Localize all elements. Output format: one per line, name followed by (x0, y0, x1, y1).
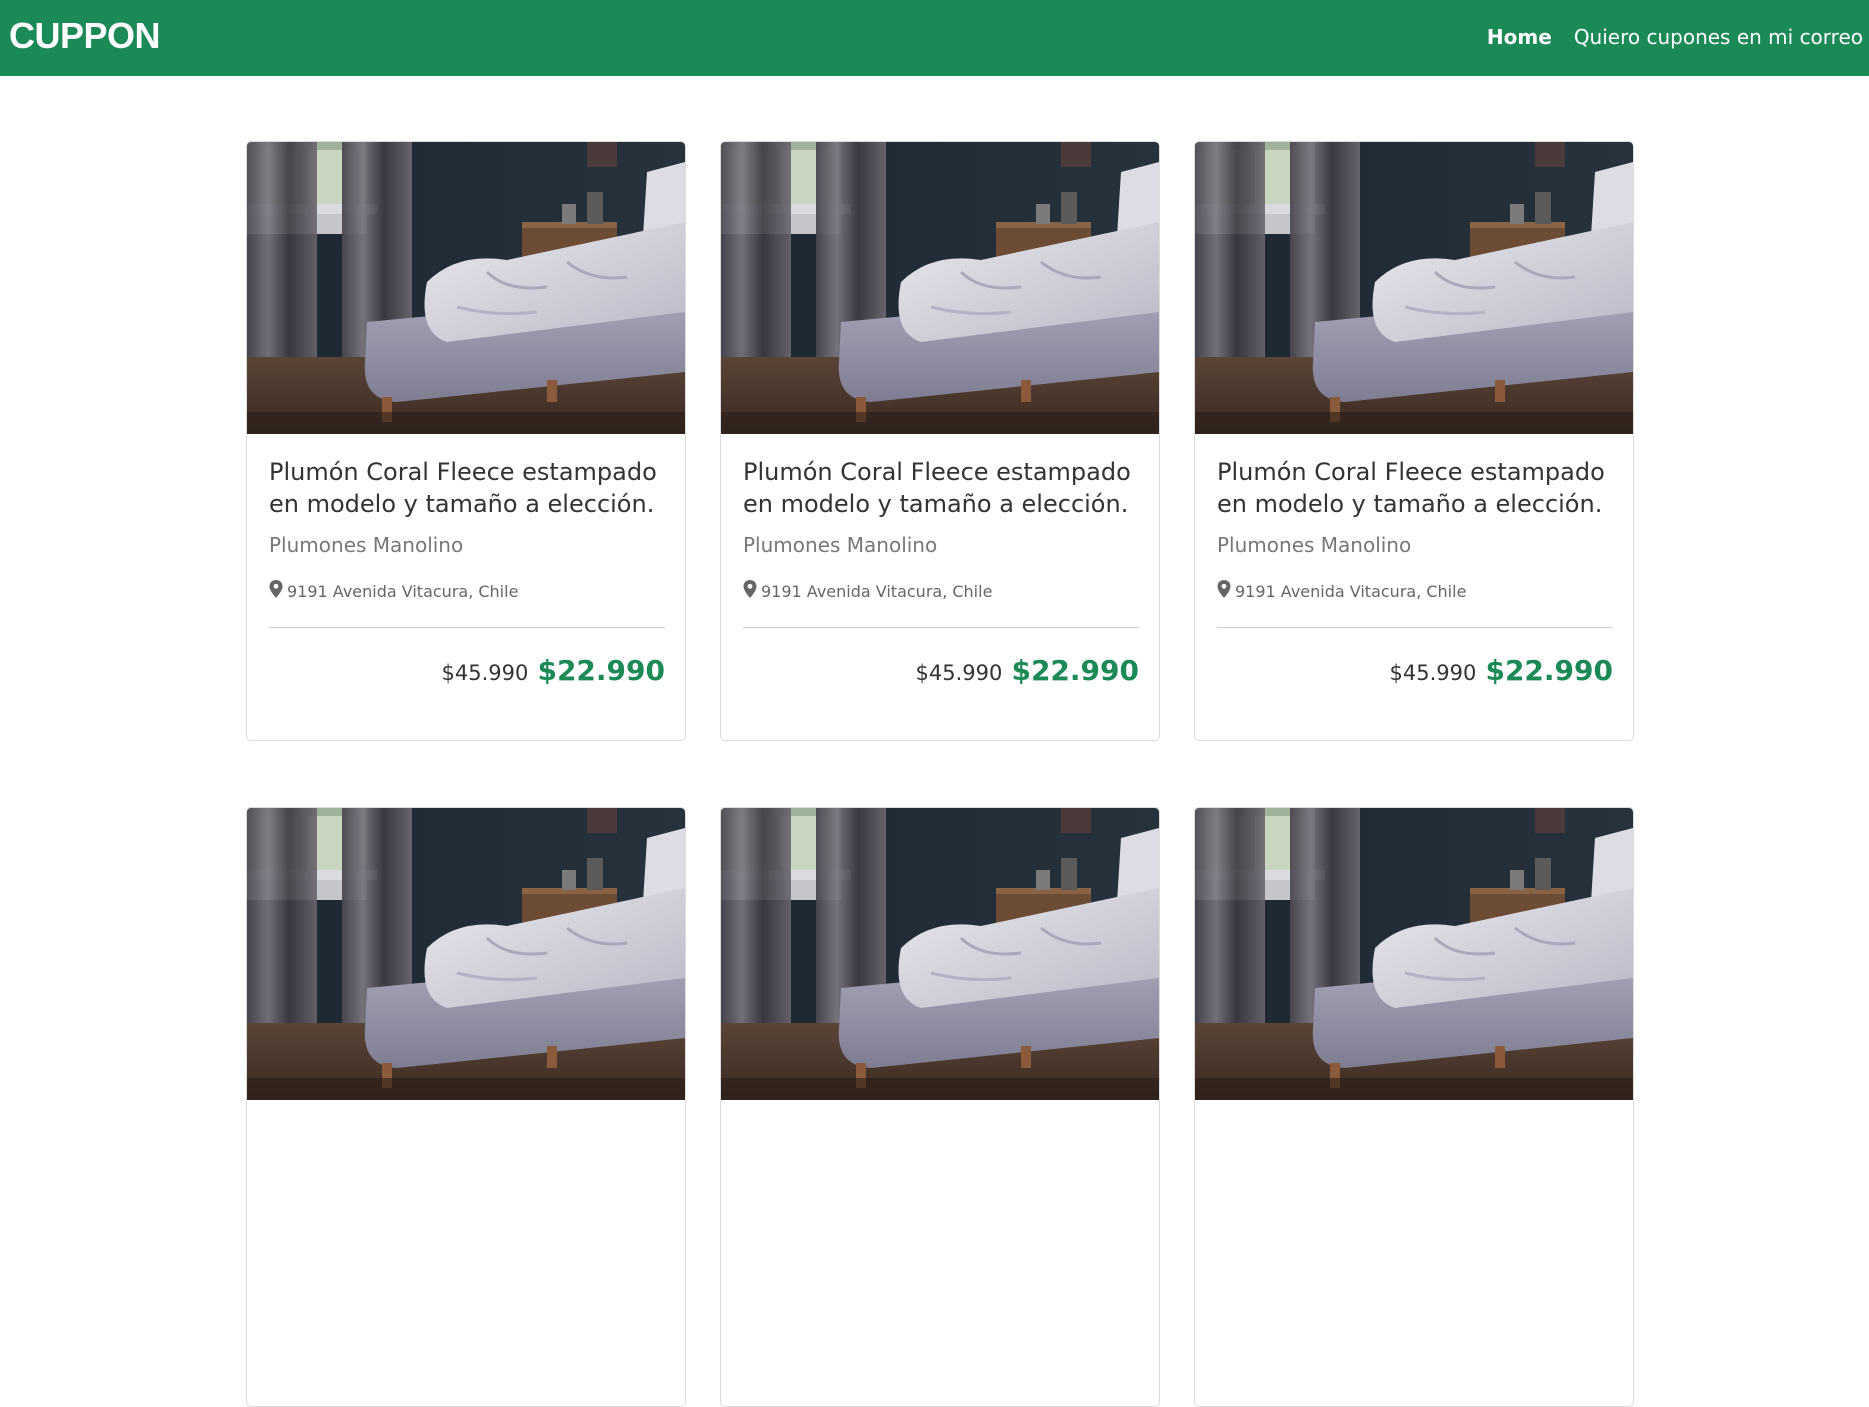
offer-body (1217, 1100, 1613, 1122)
offer-location-text: 9191 Avenida Vitacura, Chile (1235, 581, 1467, 601)
offer-title[interactable]: Plumón Coral Fleece estampado en modelo … (269, 434, 665, 520)
offer-image[interactable] (247, 142, 685, 434)
offer-location-text: 9191 Avenida Vitacura, Chile (287, 581, 519, 601)
offer-body (743, 1100, 1139, 1122)
offer-card[interactable]: Plumón Coral Fleece estampado en modelo … (1194, 141, 1634, 741)
card-divider (269, 627, 665, 628)
offer-body: Plumón Coral Fleece estampado en modelo … (743, 434, 1139, 687)
offer-prices: $45.990 $22.990 (1217, 654, 1613, 687)
brand-logo[interactable]: CUPPON (9, 16, 161, 56)
card-divider (743, 627, 1139, 628)
offer-prices: $45.990 $22.990 (269, 654, 665, 687)
offer-location: 9191 Avenida Vitacura, Chile (269, 580, 665, 603)
offer-card[interactable] (246, 807, 686, 1407)
map-marker-icon (1217, 580, 1231, 603)
offer-original-price: $45.990 (915, 661, 1003, 685)
card-divider (1217, 627, 1613, 628)
map-marker-icon (269, 580, 283, 603)
offer-discount-price: $22.990 (537, 654, 665, 687)
nav-subscribe-link[interactable]: Quiero cupones en mi correo (1574, 24, 1863, 50)
offer-title[interactable]: Plumón Coral Fleece estampado en modelo … (743, 434, 1139, 520)
offer-image[interactable] (1195, 142, 1633, 434)
offer-original-price: $45.990 (1389, 661, 1477, 685)
offer-card[interactable] (1194, 807, 1634, 1407)
offer-card[interactable]: Plumón Coral Fleece estampado en modelo … (720, 141, 1160, 741)
offer-location: 9191 Avenida Vitacura, Chile (1217, 580, 1613, 603)
map-marker-icon (743, 580, 757, 603)
nav-links: Home Quiero cupones en mi correo (1487, 24, 1863, 50)
offer-card[interactable]: Plumón Coral Fleece estampado en modelo … (246, 141, 686, 741)
top-navbar: CUPPON Home Quiero cupones en mi correo (0, 0, 1869, 76)
offer-image[interactable] (721, 808, 1159, 1100)
offer-title[interactable] (269, 1100, 665, 1122)
offer-card[interactable] (720, 807, 1160, 1407)
offer-image[interactable] (1195, 808, 1633, 1100)
offer-title[interactable] (743, 1100, 1139, 1122)
offer-image[interactable] (247, 808, 685, 1100)
offer-discount-price: $22.990 (1011, 654, 1139, 687)
offer-location-text: 9191 Avenida Vitacura, Chile (761, 581, 993, 601)
offer-image[interactable] (721, 142, 1159, 434)
offer-title[interactable]: Plumón Coral Fleece estampado en modelo … (1217, 434, 1613, 520)
offer-body: Plumón Coral Fleece estampado en modelo … (269, 434, 665, 687)
nav-home-link[interactable]: Home (1487, 24, 1552, 50)
offer-location: 9191 Avenida Vitacura, Chile (743, 580, 1139, 603)
offer-body: Plumón Coral Fleece estampado en modelo … (1217, 434, 1613, 687)
offer-merchant: Plumones Manolino (269, 533, 464, 557)
offer-original-price: $45.990 (441, 661, 529, 685)
offer-discount-price: $22.990 (1485, 654, 1613, 687)
offer-body (269, 1100, 665, 1122)
offer-merchant: Plumones Manolino (743, 533, 938, 557)
offer-title[interactable] (1217, 1100, 1613, 1122)
offer-prices: $45.990 $22.990 (743, 654, 1139, 687)
offer-merchant: Plumones Manolino (1217, 533, 1412, 557)
